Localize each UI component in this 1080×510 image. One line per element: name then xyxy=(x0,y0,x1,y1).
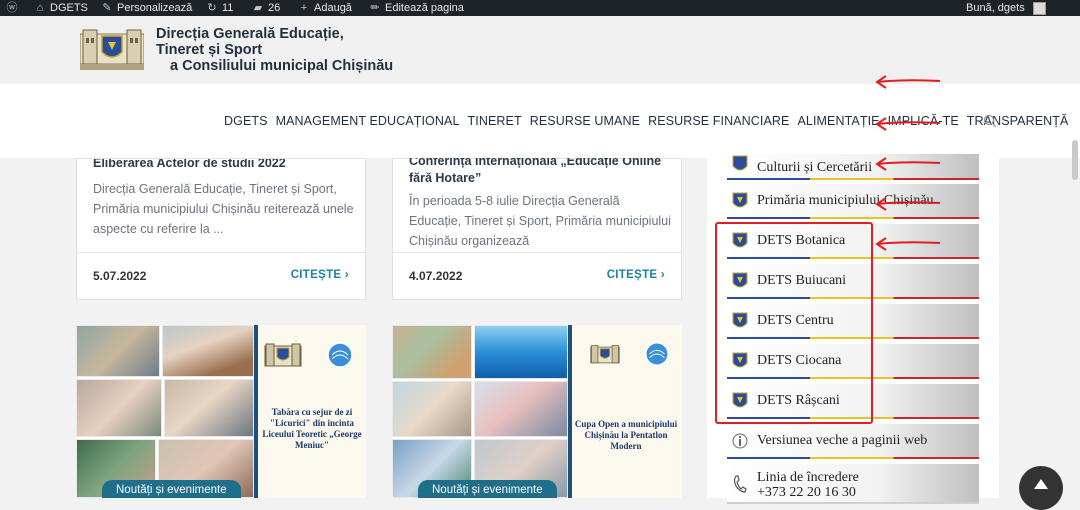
red-arrow-annotation xyxy=(875,197,941,211)
nav-item-3[interactable]: RESURSE UMANE xyxy=(530,114,640,128)
photo xyxy=(162,325,254,377)
admin-edit-page-link[interactable]: ✏ Editează pagina xyxy=(369,0,464,16)
poster-text: Tabăra cu sejur de zi "Licurici" din inc… xyxy=(262,407,362,450)
photo xyxy=(76,325,160,377)
red-arrow-annotation xyxy=(875,157,941,171)
category-badge[interactable]: Noutăți și evenimente xyxy=(418,480,557,498)
home-icon: ⌂ xyxy=(36,2,44,14)
admin-site-link[interactable]: ⌂ DGETS xyxy=(34,0,88,16)
highlight-box xyxy=(715,222,873,424)
post-date: 4.07.2022 xyxy=(409,269,463,283)
read-more-link[interactable]: CITEȘTE › xyxy=(291,269,349,281)
post-thumbnail[interactable]: Tabăra cu sejur de zi "Licurici" din inc… xyxy=(76,325,366,498)
red-arrow-annotation xyxy=(875,237,941,251)
photo xyxy=(76,379,162,437)
red-arrow-annotation xyxy=(875,117,941,131)
phone-icon xyxy=(733,475,747,493)
scrollbar[interactable] xyxy=(1072,140,1078,180)
nav-item-4[interactable]: RESURSE FINANCIARE xyxy=(648,114,789,128)
avatar xyxy=(1032,1,1046,15)
photo xyxy=(474,325,568,379)
category-badge[interactable]: Noutăți și evenimente xyxy=(102,480,241,498)
site-title[interactable]: Direcția Generală Educație, Tineret și S… xyxy=(156,26,393,74)
nav-menu: DGETS MANAGEMENT EDUCAȚIONAL TINERET RESURS… xyxy=(224,114,1076,128)
globe-icon xyxy=(645,342,669,366)
nav-item-1[interactable]: MANAGEMENT EDUCAȚIONAL xyxy=(276,114,460,128)
site-logo[interactable] xyxy=(80,28,144,72)
post-title[interactable]: Conferința internațională „Educație Onli… xyxy=(409,158,669,187)
crest-icon xyxy=(732,192,748,208)
nav-item-0[interactable]: DGETS xyxy=(224,114,268,128)
info-icon xyxy=(732,433,748,449)
post-card: Conferința internațională „Educație Onli… xyxy=(392,158,682,300)
sidebar-link-trust-line[interactable]: Linia de încredere +373 22 20 16 30 xyxy=(727,464,979,504)
post-excerpt: În perioada 5-8 iulie Direcția Generală … xyxy=(409,194,671,248)
red-arrow-annotation xyxy=(875,75,941,89)
admin-customize-link[interactable]: ✎ Personalizează xyxy=(101,0,192,16)
poster-text: Cupa Open a municipiului Chișinău la Pen… xyxy=(574,419,678,451)
nav-item-2[interactable]: TINERET xyxy=(468,114,522,128)
wordpress-logo-icon[interactable]: ⓦ xyxy=(6,0,18,16)
back-to-top-button[interactable] xyxy=(1019,466,1063,510)
admin-bar: ⓦ ⌂ DGETS ✎ Personalizează ↻ 11 ▰ 26 + Adaugă… xyxy=(0,0,1080,16)
comment-icon: ▰ xyxy=(253,2,263,14)
post-card: Eliberarea Actelor de studii 2022 Direcț… xyxy=(76,158,366,300)
crest-icon xyxy=(264,343,302,367)
photo xyxy=(474,381,568,437)
post-date: 5.07.2022 xyxy=(93,269,147,283)
post-thumbnail[interactable]: Cupa Open a municipiului Chișinău la Pen… xyxy=(392,325,682,498)
photo xyxy=(392,381,472,437)
nav-item-5[interactable]: ALIMENTAȚIE xyxy=(797,114,879,128)
admin-comments-link[interactable]: ▰ 26 xyxy=(252,0,280,16)
search-icon[interactable] xyxy=(983,114,997,128)
photo xyxy=(164,379,254,437)
trust-line-label: Linia de încredere xyxy=(757,470,859,485)
post-title[interactable]: Eliberarea Actelor de studii 2022 xyxy=(93,159,353,169)
brush-icon: ✎ xyxy=(102,2,112,14)
globe-icon xyxy=(327,342,353,368)
read-more-link[interactable]: CITEȘTE › xyxy=(607,269,665,281)
admin-updates-link[interactable]: ↻ 11 xyxy=(206,0,233,16)
crest-icon xyxy=(732,155,748,171)
post-excerpt: Direcția Generală Educație, Tineret și S… xyxy=(93,182,354,236)
plus-icon: + xyxy=(300,2,308,14)
sidebar-link-6[interactable]: Versiunea veche a paginii web xyxy=(727,424,979,459)
photo xyxy=(392,325,472,379)
pencil-icon: ✏ xyxy=(370,2,380,14)
crest-icon xyxy=(590,345,620,364)
admin-account-menu[interactable]: Bună, dgets xyxy=(966,0,1046,16)
admin-add-link[interactable]: + Adaugă xyxy=(298,0,352,16)
chevron-up-icon xyxy=(1034,479,1048,489)
refresh-icon: ↻ xyxy=(207,2,217,14)
